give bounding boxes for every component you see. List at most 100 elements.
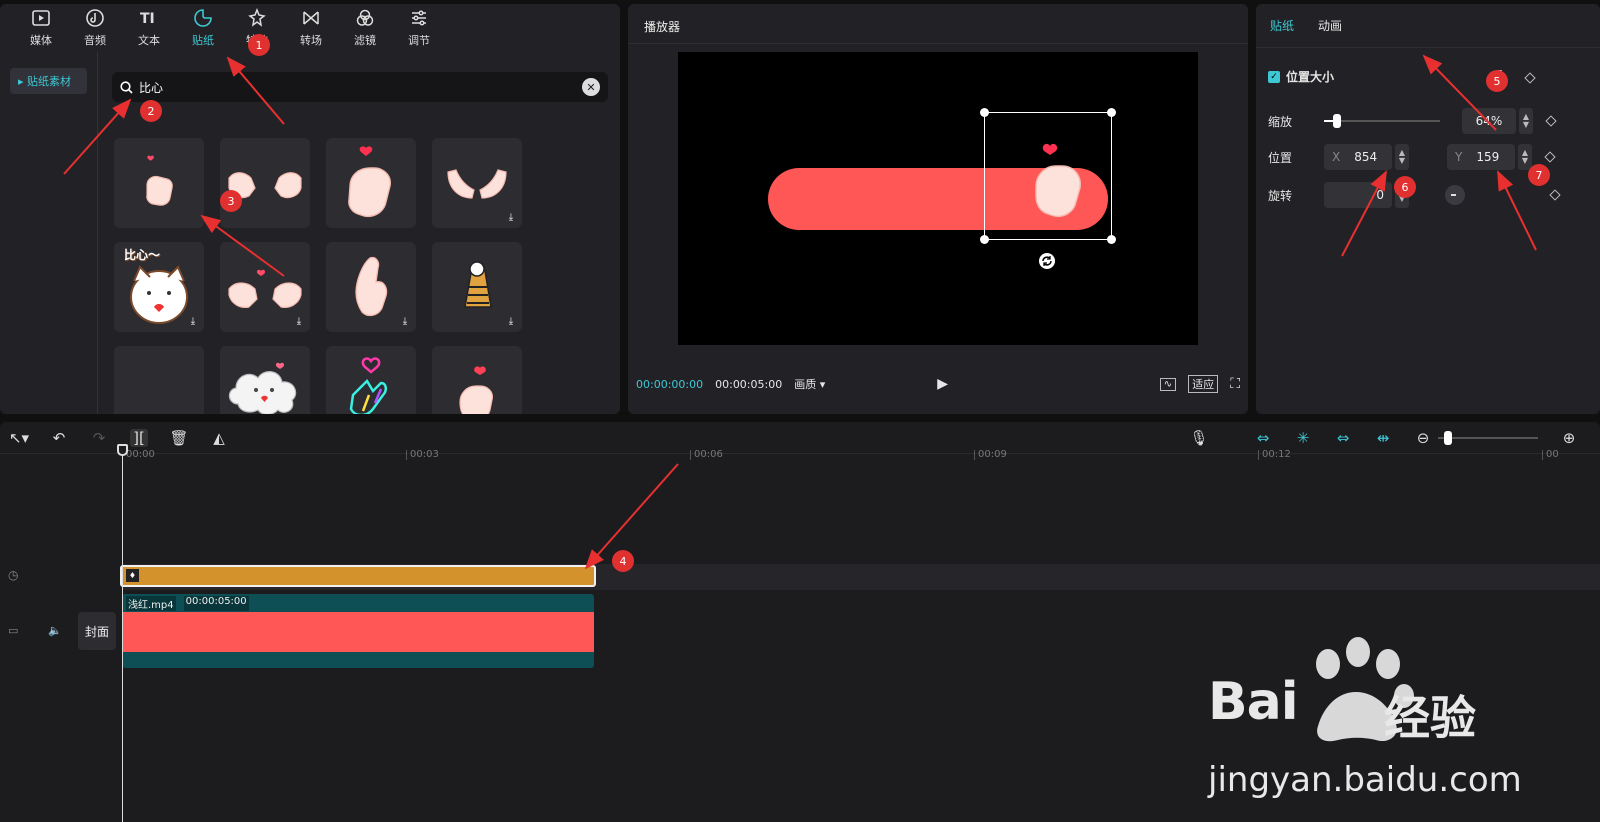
quality-dropdown[interactable]: 画质 ▾ [794,376,825,392]
scale-slider-knob[interactable] [1333,114,1342,128]
waveform-icon[interactable]: ∿ [1159,377,1177,391]
search-input[interactable]: 比心 [139,79,163,96]
scale-stepper[interactable]: ▲ ▼ [1519,108,1533,134]
resize-handle[interactable] [980,108,989,117]
split-icon[interactable]: ][ [130,428,148,447]
rotate-input[interactable]: 0 [1324,182,1392,208]
scale-slider[interactable] [1324,114,1440,128]
sticker-finger-heart-large[interactable] [326,138,416,228]
section-title: 位置大小 [1286,70,1335,84]
scale-input[interactable]: 64% [1462,108,1516,134]
sticker-selection-box[interactable] [980,108,1116,244]
zoom-slider-knob[interactable] [1444,430,1452,445]
fit-button[interactable]: 适应 [1188,375,1219,393]
sticker-icon [194,9,212,27]
sticker-open-hands[interactable]: ⤓ [432,138,522,228]
annotation-marker: 4 [612,550,634,572]
annotation-marker: 5 [1486,70,1508,92]
fullscreen-icon[interactable]: ⛶ [1230,376,1240,392]
rotate-handle-icon[interactable] [1038,252,1056,270]
sidebar-item-sticker-material[interactable]: ▸ 贴纸素材 [10,68,87,94]
sticker-finger-heart-small[interactable] [114,138,204,228]
watermark-brand-a: Bai [1208,672,1299,732]
playhead-handle[interactable] [117,444,128,456]
position-x-input[interactable]: X 854 [1324,144,1392,170]
tab-text[interactable]: TI 文本 [122,4,176,52]
tab-sticker[interactable]: 贴纸 [176,4,230,52]
position-y-stepper[interactable]: ▲ ▼ [1518,144,1532,170]
sticker-cross-fingers[interactable]: ⤓ [326,242,416,332]
ruler-tick: 00 [1542,450,1559,460]
sticker-pinky-heart[interactable]: ⤓ [220,242,310,332]
sticker-cat-heart[interactable]: 比心～ ⤓ [114,242,204,332]
sticker-grid: ⤓ 比心～ ⤓ ⤓ ⤓ ⤓ ⤓ 比心 ⤓ ⤓ [114,138,522,414]
keyframe-icon[interactable] [1524,72,1536,84]
sticker-blank[interactable]: ⤓ [114,346,204,414]
annotation-marker: 6 [1394,176,1416,198]
ruler-tick: 00:12 [1258,450,1291,460]
svg-text:TI: TI [140,11,155,27]
position-x-stepper[interactable]: ▲ ▼ [1395,144,1409,170]
zoom-slider[interactable] [1438,430,1538,445]
preview-axis-icon[interactable]: ⇹ [1374,429,1392,447]
timeline-ruler[interactable]: 00:00 00:03 00:06 00:09 00:12 00 [122,446,1600,464]
auto-snap-icon[interactable]: ✳ [1294,429,1312,447]
tab-filter[interactable]: 滤镜 [338,4,392,52]
playhead[interactable] [117,444,128,822]
microphone-icon[interactable]: 🎙 [1189,429,1208,447]
sticker-neon-heart[interactable]: ⤓ [326,346,416,414]
resize-handle[interactable] [1107,235,1116,244]
search-bar[interactable]: 比心 ✕ [112,72,608,102]
zoom-in-icon[interactable]: ⊕ [1560,429,1578,447]
clear-search-icon[interactable]: ✕ [582,78,600,96]
annotation-marker: 2 [140,100,162,122]
annotation-marker: 7 [1528,164,1550,186]
video-clip[interactable]: 浅红.mp4 00:00:05:00 [122,594,594,668]
redo-icon[interactable]: ↷ [90,429,108,447]
undo-icon[interactable]: ↶ [50,429,68,447]
keyframe-icon[interactable] [1549,189,1561,201]
tab-adjust[interactable]: 调节 [392,4,446,52]
select-tool-icon[interactable]: ↖▾ [9,429,29,447]
link-icon[interactable]: ⇔ [1334,429,1352,447]
track-audio-icon[interactable]: 🔈 [48,624,62,637]
tab-sticker-props[interactable]: 贴纸 [1270,17,1294,34]
scale-label: 缩放 [1268,114,1293,129]
ruler-tick: 00:03 [406,450,439,460]
keyframe-icon[interactable] [1545,115,1557,127]
annotation-marker: 1 [248,34,270,56]
media-toolbar: 媒体 音频 TI 文本 贴纸 特效 转场 滤镜 调节 [0,4,620,52]
sticker-finger-heart-soft[interactable] [432,346,522,414]
video-clip-duration: 00:00:05:00 [183,596,249,611]
current-time: 00:00:00:00 [636,377,704,391]
zoom-out-icon[interactable]: ⊖ [1414,429,1432,447]
tab-audio[interactable]: 音频 [68,4,122,52]
download-icon[interactable]: ⤓ [399,316,411,328]
download-icon[interactable]: ⤓ [505,316,517,328]
position-y-input[interactable]: Y 159 [1447,144,1515,170]
cover-button[interactable]: 封面 [78,612,116,650]
resize-handle[interactable] [1107,108,1116,117]
tab-animation[interactable]: 动画 [1318,17,1342,34]
text-icon: TI [140,11,155,27]
play-button[interactable]: ▶ [937,376,948,392]
download-icon[interactable]: ⤓ [187,316,199,328]
filter-icon [356,9,374,26]
sticker-clip[interactable]: ♦ [120,565,596,587]
rotate-dial[interactable] [1445,185,1465,205]
download-icon[interactable]: ⤓ [505,212,517,224]
download-icon[interactable]: ⤓ [293,316,305,328]
mirror-icon[interactable]: ◭ [210,429,228,447]
delete-icon[interactable]: 🗑 [169,429,188,447]
tab-transition[interactable]: 转场 [284,4,338,52]
total-duration: 00:00:05:00 [715,377,783,391]
section-checkbox[interactable]: ✓ [1268,70,1280,83]
sticker-tiger-paw[interactable]: ⤓ [432,242,522,332]
main-track-magnet-icon[interactable]: ⇔ [1254,429,1272,447]
sticker-cloud-heart[interactable]: 比心 ⤓ [220,346,310,414]
tab-media[interactable]: 媒体 [14,4,68,52]
resize-handle[interactable] [980,235,989,244]
keyframe-icon[interactable] [1544,151,1556,163]
sticker-hands-pair[interactable] [220,138,310,228]
preview-canvas[interactable] [678,52,1198,345]
